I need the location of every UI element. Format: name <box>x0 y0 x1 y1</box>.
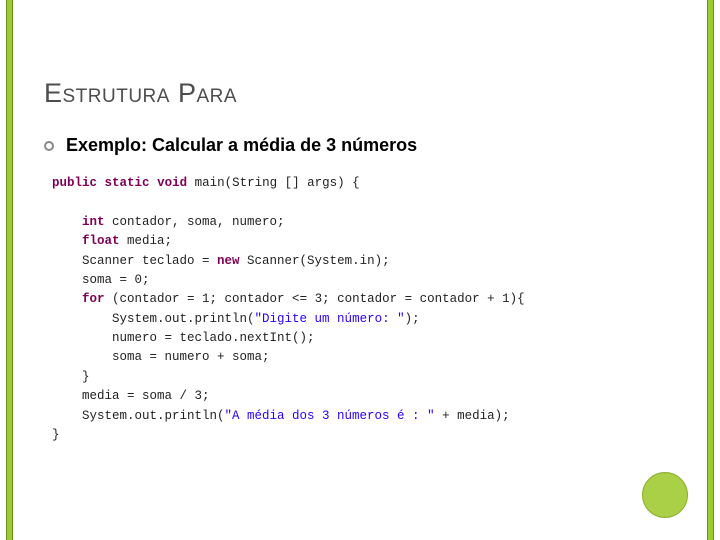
kw-public: public <box>52 176 97 190</box>
slide-subtitle: Exemplo: Calcular a média de 3 números <box>66 135 417 156</box>
code-text: System.out.println( <box>52 409 225 423</box>
code-text: (contador = 1; contador <= 3; contador =… <box>105 292 525 306</box>
code-text: Scanner(System.in); <box>240 254 390 268</box>
code-text: media = soma / 3; <box>52 389 210 403</box>
decor-circle <box>642 472 688 518</box>
code-text: + media); <box>435 409 510 423</box>
code-text: numero = teclado.nextInt(); <box>52 331 315 345</box>
kw-new: new <box>217 254 240 268</box>
code-text: soma = 0; <box>52 273 150 287</box>
code-text: } <box>52 370 90 384</box>
code-text: ); <box>405 312 420 326</box>
kw-float: float <box>82 234 120 248</box>
code-text: System.out.println( <box>52 312 255 326</box>
right-decor-stripe <box>707 0 714 540</box>
str-literal: "Digite um número: " <box>255 312 405 326</box>
code-block: public static void main(String [] args) … <box>52 174 680 445</box>
code-text: Scanner teclado = <box>52 254 217 268</box>
subtitle-row: Exemplo: Calcular a média de 3 números <box>44 135 680 156</box>
kw-for: for <box>82 292 105 306</box>
slide-content: Estrutura Para Exemplo: Calcular a média… <box>44 78 680 445</box>
code-text: soma = numero + soma; <box>52 350 270 364</box>
code-text: main(String [] args) { <box>187 176 360 190</box>
code-text: contador, soma, numero; <box>105 215 285 229</box>
kw-void: void <box>157 176 187 190</box>
code-text: } <box>52 428 60 442</box>
code-text: media; <box>120 234 173 248</box>
bullet-icon <box>44 141 54 151</box>
left-decor-stripe <box>6 0 13 540</box>
kw-static: static <box>105 176 150 190</box>
kw-int: int <box>82 215 105 229</box>
slide-title: Estrutura Para <box>44 78 680 109</box>
str-literal: "A média dos 3 números é : " <box>225 409 435 423</box>
